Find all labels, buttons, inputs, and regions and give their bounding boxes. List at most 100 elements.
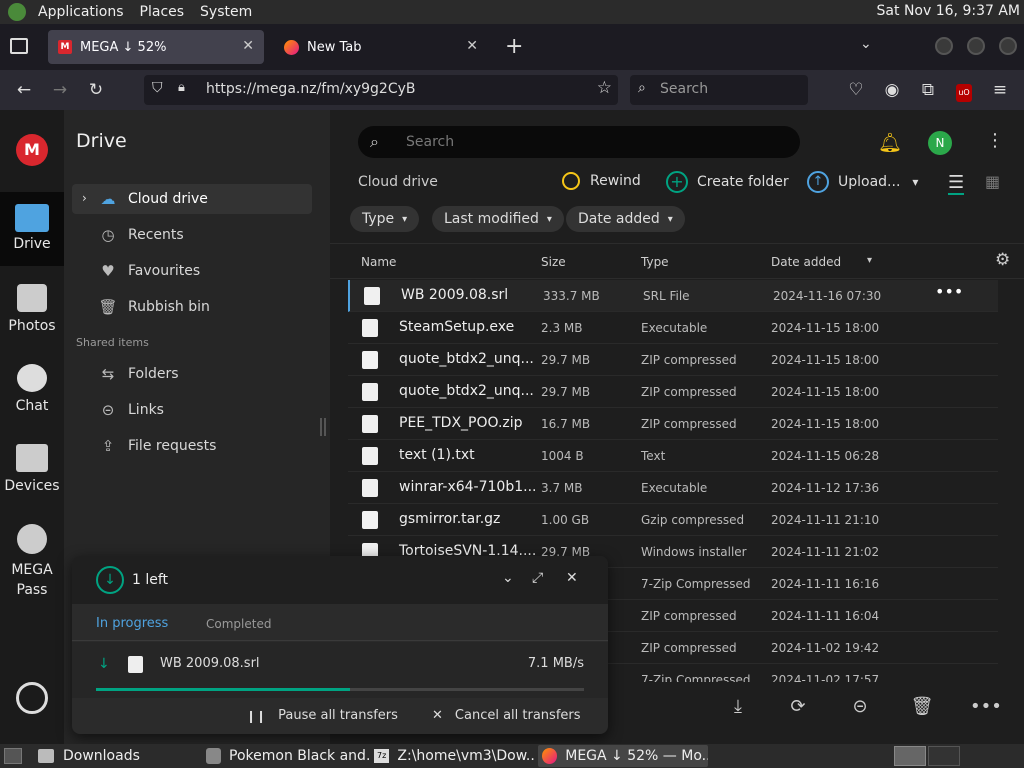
link-icon[interactable]: ⊝ [846, 696, 874, 720]
pause-all-button[interactable]: ❙❙ Pause all transfers [246, 708, 398, 723]
rail-item-devices[interactable]: Devices [0, 444, 64, 494]
workspace-switcher[interactable] [894, 746, 926, 766]
sidebar-item-links[interactable]: ⊝ Links [72, 395, 312, 425]
file-type: ZIP compressed [641, 353, 737, 367]
file-date: 2024-11-15 06:28 [771, 449, 880, 463]
ublock-icon[interactable]: uO [952, 78, 976, 102]
collapse-chevron-icon[interactable]: ⌄ [502, 570, 514, 586]
url-bar[interactable]: ⛉ 🔒︎ https://mega.nz/fm/xy9g2CyB ☆ [144, 75, 618, 105]
back-icon[interactable]: ← [12, 78, 36, 102]
close-tab-icon[interactable]: ✕ [242, 38, 254, 54]
table-row[interactable]: quote_btdx2_unq... 29.7 MB ZIP compressed 2… [348, 344, 998, 376]
tab-overview-icon[interactable] [10, 38, 28, 54]
firefox-icon [542, 748, 558, 764]
table-row[interactable]: SteamSetup.exe 2.3 MB Executable 2024-11-15… [348, 312, 998, 344]
file-size: 1004 B [541, 449, 584, 463]
reload-icon[interactable]: ↻ [84, 78, 108, 102]
table-row[interactable]: WB 2009.08.srl 333.7 MB SRL File 2024-11-16… [348, 280, 998, 312]
file-name: quote_btdx2_unq... [399, 383, 534, 399]
lock-icon[interactable]: 🔒︎ [178, 80, 185, 95]
file-name: PEE_TDX_POO.zip [399, 415, 523, 431]
sync-icon[interactable] [16, 682, 48, 714]
sidebar-item-folders[interactable]: ⇆ Folders [72, 359, 312, 389]
tab-in-progress[interactable]: In progress [96, 616, 168, 631]
clock-icon: ◷ [101, 226, 115, 244]
shared-items-heading: Shared items [76, 336, 149, 349]
file-date: 2024-11-11 21:02 [771, 545, 880, 559]
chevron-right-icon[interactable]: › [82, 191, 87, 205]
table-row[interactable]: text (1).txt 1004 B Text 2024-11-15 06:28 [348, 440, 998, 472]
task-downloads[interactable]: Downloads [38, 745, 198, 767]
window-maximize-button[interactable] [967, 37, 985, 55]
row-more-icon[interactable]: ••• [935, 282, 963, 301]
new-tab-icon[interactable]: + [505, 34, 523, 59]
menu-applications[interactable]: Applications [30, 4, 132, 20]
trash-icon[interactable]: 🗑︎ [908, 696, 936, 720]
tab-bar: M MEGA ↓ 52% ✕ New Tab ✕ + ⌄ [0, 24, 1024, 70]
file-size: 2.3 MB [541, 321, 583, 335]
search-icon: ⌕ [638, 80, 646, 96]
gnome-foot-icon[interactable] [8, 3, 26, 21]
shield-icon[interactable]: ⛉ [152, 80, 163, 96]
search-bar[interactable]: ⌕ Search [630, 75, 808, 105]
tab-completed[interactable]: Completed [206, 617, 271, 631]
top-panel: Applications Places System Sat Nov 16, 9… [0, 0, 1024, 24]
file-icon [362, 415, 378, 433]
expand-icon[interactable]: ⤢ [532, 570, 543, 586]
menu-system[interactable]: System [192, 4, 260, 20]
task-pokemon[interactable]: Pokemon Black and... [206, 745, 370, 767]
sidebar-item-rubbish-bin[interactable]: 🗑︎ Rubbish bin [72, 292, 312, 322]
sidebar-item-cloud-drive[interactable]: › ☁ Cloud drive [72, 184, 312, 214]
rail-item-mega-pass[interactable]: MEGA Pass [0, 524, 64, 600]
left-rail: M Drive Photos Chat Devices MEGA Pass [0, 110, 64, 744]
close-tab-icon[interactable]: ✕ [466, 38, 478, 54]
rail-item-photos[interactable]: Photos [0, 284, 64, 334]
rail-item-chat[interactable]: Chat [0, 364, 64, 414]
clock[interactable]: Sat Nov 16, 9:37 AM [877, 3, 1020, 19]
cancel-all-button[interactable]: ✕ Cancel all transfers [432, 708, 581, 723]
bookmark-star-icon[interactable]: ☆ [597, 78, 612, 98]
sidebar-item-recents[interactable]: ◷ Recents [72, 220, 312, 250]
pocket-icon[interactable]: ♡ [844, 78, 868, 102]
account-icon[interactable]: ◉ [880, 78, 904, 102]
table-row[interactable]: gsmirror.tar.gz 1.00 GB Gzip compressed 202… [348, 504, 998, 536]
sidebar-resize-handle[interactable] [320, 418, 326, 436]
table-row[interactable]: PEE_TDX_POO.zip 16.7 MB ZIP compressed 2024… [348, 408, 998, 440]
show-desktop-icon[interactable] [4, 748, 22, 764]
url-text[interactable]: https://mega.nz/fm/xy9g2CyB [206, 81, 416, 97]
extensions-icon[interactable]: ⧉ [916, 78, 940, 102]
rail-item-drive[interactable]: Drive [0, 192, 64, 266]
close-icon[interactable]: ✕ [566, 570, 578, 586]
forward-icon[interactable]: → [48, 78, 72, 102]
sidebar-item-file-requests[interactable]: ⇪ File requests [72, 431, 312, 461]
tab-new[interactable]: New Tab ✕ [272, 30, 488, 64]
progress-track [96, 688, 584, 691]
rail-item-label: Devices [4, 478, 60, 494]
tab-mega[interactable]: M MEGA ↓ 52% ✕ [48, 30, 264, 64]
file-type: Executable [641, 481, 708, 495]
window-close-button[interactable] [999, 37, 1017, 55]
transfer-row[interactable]: ↓ WB 2009.08.srl 7.1 MB/s [72, 642, 608, 698]
mega-logo-icon[interactable]: M [16, 134, 48, 166]
window-minimize-button[interactable] [935, 37, 953, 55]
heart-icon: ♥ [101, 262, 115, 280]
menu-hamburger-icon[interactable]: ≡ [988, 78, 1012, 102]
file-type: Windows installer [641, 545, 747, 559]
download-icon[interactable]: ⤓ [724, 696, 752, 720]
table-row[interactable]: winrar-x64-710b1... 3.7 MB Executable 2024-… [348, 472, 998, 504]
share-icon[interactable]: ⟳ [784, 696, 812, 720]
file-date: 2024-11-11 21:10 [771, 513, 880, 527]
sidebar-item-favourites[interactable]: ♥ Favourites [72, 256, 312, 286]
file-type: Text [641, 449, 666, 463]
chevron-down-icon[interactable]: ⌄ [860, 36, 872, 52]
task-firefox[interactable]: MEGA ↓ 52% — Mo... [538, 745, 708, 767]
more-horizontal-icon[interactable]: ••• [970, 696, 1002, 720]
table-row[interactable]: quote_btdx2_unq... 29.7 MB ZIP compressed 2… [348, 376, 998, 408]
menu-places[interactable]: Places [132, 4, 193, 20]
file-date: 2024-11-15 18:00 [771, 417, 880, 431]
chat-icon [17, 364, 47, 392]
terminal-icon: 7z [374, 749, 390, 763]
task-terminal[interactable]: 7z Z:\home\vm3\Dow... [374, 745, 534, 767]
workspace-switcher[interactable] [928, 746, 960, 766]
file-icon [364, 287, 380, 305]
